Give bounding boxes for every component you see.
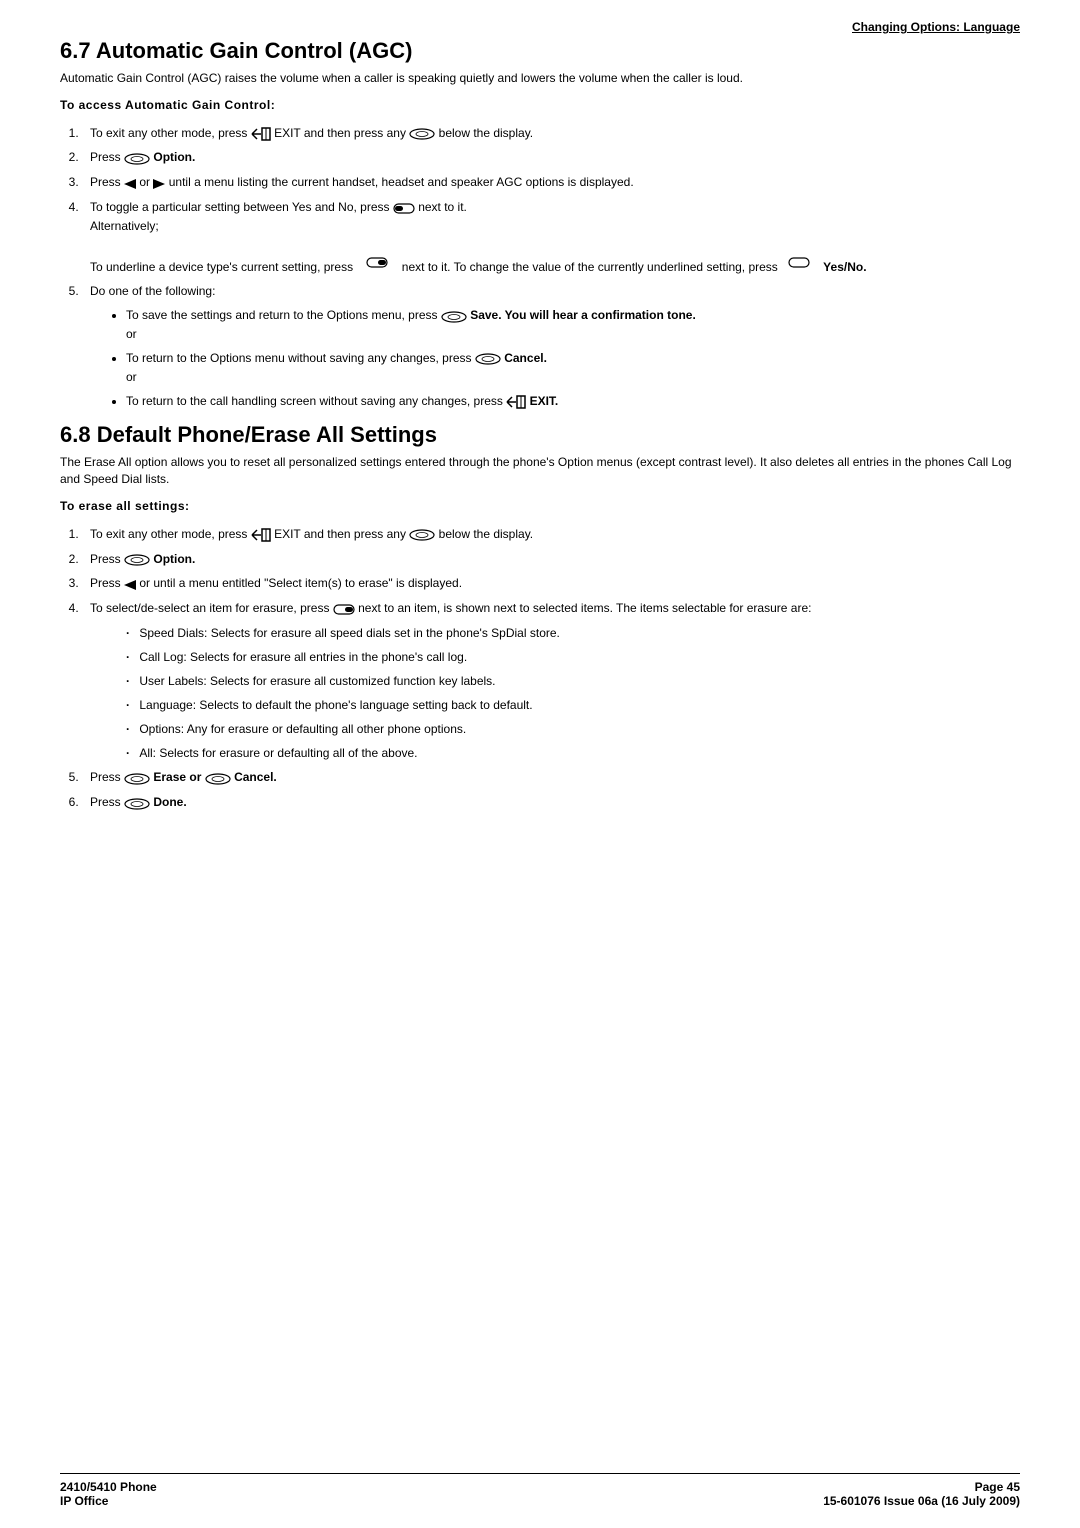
text: next to it. <box>418 200 467 214</box>
text: next to it. To change the value of the c… <box>402 260 778 274</box>
exit-icon <box>251 124 271 142</box>
triangle-left-icon <box>124 575 136 593</box>
text: or <box>126 327 137 341</box>
text: To return to the Options menu without sa… <box>126 351 475 365</box>
page-footer: 2410/5410 Phone IP Office Page 45 15-601… <box>60 1473 1020 1508</box>
softkey-icon <box>124 769 150 787</box>
softkey-icon <box>409 124 435 142</box>
text: below the display. <box>439 126 534 140</box>
footer-page-number: Page 45 <box>823 1480 1020 1494</box>
exit-icon <box>251 526 271 544</box>
erase-item-call-log: Call Log: Selects for erasure all entrie… <box>126 648 1020 666</box>
text: Press <box>90 552 124 566</box>
erase-item-all: All: Selects for erasure or defaulting a… <box>126 744 1020 762</box>
erase-item-language: Language: Selects to default the phone's… <box>126 696 1020 714</box>
text: Cancel. <box>504 351 547 365</box>
text: Press <box>90 576 124 590</box>
erase-step-5: Press Erase or Cancel. <box>82 768 1020 787</box>
footer-product: IP Office <box>60 1494 157 1508</box>
triangle-left-icon <box>124 174 136 192</box>
erase-step-3: Press or until a menu entitled "Select i… <box>82 574 1020 593</box>
agc-step-5-exit: To return to the call handling screen wi… <box>126 392 1020 411</box>
text: or <box>139 175 153 189</box>
oval-left-icon <box>393 199 415 217</box>
agc-step-5-cancel: To return to the Options menu without sa… <box>126 349 1020 386</box>
footer-phone-model: 2410/5410 Phone <box>60 1480 157 1494</box>
agc-step-4: To toggle a particular setting between Y… <box>82 198 1020 276</box>
text: next to an item, is shown next to select… <box>358 601 811 615</box>
text: To toggle a particular setting between Y… <box>90 200 393 214</box>
oval-right-icon <box>366 253 388 271</box>
text: To underline a device type's current set… <box>90 260 353 274</box>
agc-intro: Automatic Gain Control (AGC) raises the … <box>60 70 1020 87</box>
text: below the display. <box>439 527 534 541</box>
softkey-icon <box>441 307 467 325</box>
breadcrumb: Changing Options: Language <box>60 20 1020 34</box>
oval-icon <box>788 253 810 271</box>
text: Do one of the following: <box>90 284 215 298</box>
text: Press <box>90 770 124 784</box>
text: EXIT and then press any <box>274 126 409 140</box>
agc-step-1: To exit any other mode, press EXIT and t… <box>82 124 1020 143</box>
text: until a menu listing the current handset… <box>169 175 634 189</box>
text: Erase or <box>153 770 204 784</box>
agc-step-3: Press or until a menu listing the curren… <box>82 173 1020 192</box>
softkey-icon <box>475 350 501 368</box>
erase-step-1: To exit any other mode, press EXIT and t… <box>82 525 1020 544</box>
text: or until a menu entitled "Select item(s)… <box>139 576 462 590</box>
agc-lead: To access Automatic Gain Control: <box>60 97 1020 114</box>
erase-step-6: Press Done. <box>82 793 1020 812</box>
text: EXIT. <box>530 394 559 408</box>
softkey-icon <box>124 550 150 568</box>
agc-step-5: Do one of the following: To save the set… <box>82 282 1020 410</box>
triangle-right-icon <box>153 174 165 192</box>
text: Cancel. <box>234 770 277 784</box>
erase-step-2: Press Option. <box>82 550 1020 569</box>
text: Press <box>90 150 124 164</box>
erase-item-user-labels: User Labels: Selects for erasure all cus… <box>126 672 1020 690</box>
text: Option. <box>153 150 195 164</box>
text: Option. <box>153 552 195 566</box>
text: Done. <box>153 795 186 809</box>
text: To select/de-select an item for erasure,… <box>90 601 333 615</box>
softkey-icon <box>124 794 150 812</box>
erase-item-options: Options: Any for erasure or defaulting a… <box>126 720 1020 738</box>
erase-intro: The Erase All option allows you to reset… <box>60 454 1020 488</box>
text: or <box>126 370 137 384</box>
footer-issue: 15-601076 Issue 06a (16 July 2009) <box>823 1494 1020 1508</box>
agc-step-2: Press Option. <box>82 148 1020 167</box>
agc-step-5-save: To save the settings and return to the O… <box>126 306 1020 343</box>
text: EXIT and then press any <box>274 527 409 541</box>
text: To return to the call handling screen wi… <box>126 394 506 408</box>
erase-item-speed-dials: Speed Dials: Selects for erasure all spe… <box>126 624 1020 642</box>
text: To save the settings and return to the O… <box>126 308 441 322</box>
oval-right-icon <box>333 600 355 618</box>
text: To exit any other mode, press <box>90 527 251 541</box>
softkey-icon <box>205 769 231 787</box>
erase-lead: To erase all settings: <box>60 498 1020 515</box>
text: Yes/No. <box>823 260 866 274</box>
text: Press <box>90 795 124 809</box>
softkey-icon <box>124 149 150 167</box>
text: To exit any other mode, press <box>90 126 251 140</box>
text: Alternatively; <box>90 219 159 233</box>
section-heading-erase: 6.8 Default Phone/Erase All Settings <box>60 422 1020 448</box>
text: Press <box>90 175 124 189</box>
softkey-icon <box>409 526 435 544</box>
text: Save. You will hear a confirmation tone. <box>470 308 696 322</box>
section-heading-agc: 6.7 Automatic Gain Control (AGC) <box>60 38 1020 64</box>
exit-icon <box>506 392 526 410</box>
erase-step-4: To select/de-select an item for erasure,… <box>82 599 1020 762</box>
